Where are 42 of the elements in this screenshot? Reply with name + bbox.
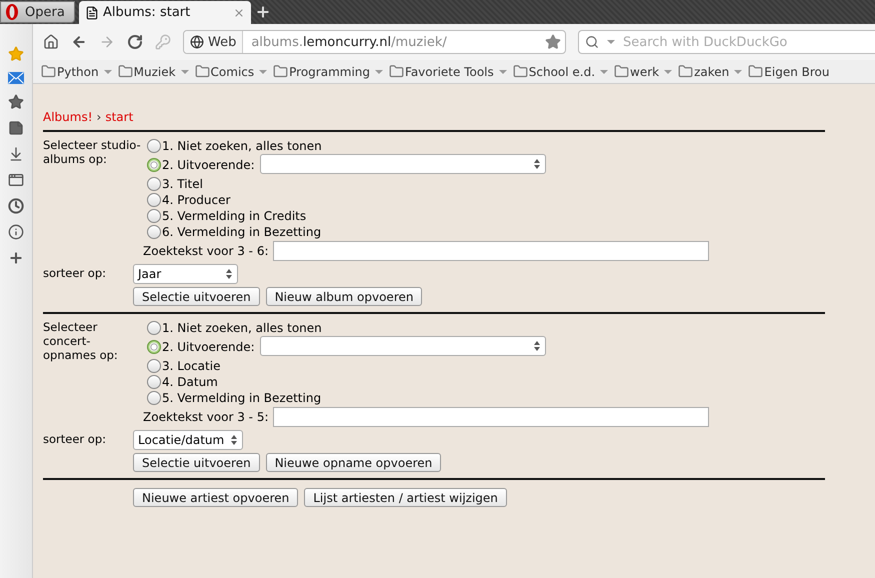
url-text: albums.lemoncurry.nl/muziek/	[250, 34, 448, 50]
section-label: Selecteer concert- opnames op:	[43, 320, 118, 362]
bookmark-folder[interactable]: Comics	[194, 64, 268, 79]
option-label: 2. Uitvoerende:	[162, 340, 255, 354]
option-label: 3. Locatie	[162, 359, 220, 373]
option-label: 4. Producer	[162, 193, 230, 207]
bookmark-folder[interactable]: School e.d.	[512, 64, 608, 79]
sort-label: sorteer op:	[43, 432, 106, 446]
option-label: 1. Niet zoeken, alles tonen	[162, 139, 322, 153]
form-button[interactable]: Nieuwe opname opvoeren	[266, 453, 442, 472]
menu-button[interactable]: Opera	[0, 1, 75, 23]
form-button[interactable]: Selectie uitvoeren	[133, 287, 260, 306]
bookmark-folder[interactable]: werk	[614, 64, 672, 79]
browser-tab[interactable]: Albums: start	[79, 1, 251, 24]
form-button[interactable]: Lijst artiesten / artiest wijzigen	[304, 488, 507, 507]
bookmark-folder[interactable]: Muziek	[118, 64, 189, 79]
bookmark-folder[interactable]: Python	[41, 64, 112, 79]
bookmark-folder[interactable]: Favoriete Tools	[389, 64, 507, 79]
sort-label: sorteer op:	[43, 266, 106, 280]
option-label: 1. Niet zoeken, alles tonen	[162, 321, 322, 335]
section-label: Selecteer studio- albums op:	[43, 138, 141, 166]
address-field[interactable]: Web albums.lemoncurry.nl/muziek/	[183, 30, 566, 54]
breadcrumb-link[interactable]: Albums!	[43, 110, 93, 124]
option-label: 5. Vermelding in Credits	[162, 209, 306, 223]
bookmark-folder[interactable]: zaken	[678, 64, 742, 79]
option-label: 6. Vermelding in Bezetting	[162, 225, 322, 239]
form-button[interactable]: Nieuw album opvoeren	[266, 287, 422, 306]
form-button[interactable]: Nieuwe artiest opvoeren	[133, 488, 298, 507]
option-label: 3. Titel	[162, 177, 203, 191]
search-label: Zoektekst voor 3 - 5:	[143, 410, 269, 424]
breadcrumb-separator: ›	[96, 110, 102, 124]
bookmark-folder[interactable]: Eigen Brou	[748, 64, 830, 79]
sort-select[interactable]: Locatie/datum	[133, 430, 244, 450]
breadcrumb-current: start	[105, 110, 134, 124]
form-button[interactable]: Selectie uitvoeren	[133, 453, 260, 472]
option-label: 4. Datum	[162, 375, 218, 389]
option-label: 2. Uitvoerende:	[162, 158, 255, 172]
option-label: 5. Vermelding in Bezetting	[162, 391, 322, 405]
search-label: Zoektekst voor 3 - 6:	[143, 244, 269, 258]
bookmark-folder[interactable]: Programming	[273, 64, 384, 79]
scheme-label: Web	[208, 34, 236, 50]
sort-select[interactable]: Jaar	[133, 264, 238, 284]
